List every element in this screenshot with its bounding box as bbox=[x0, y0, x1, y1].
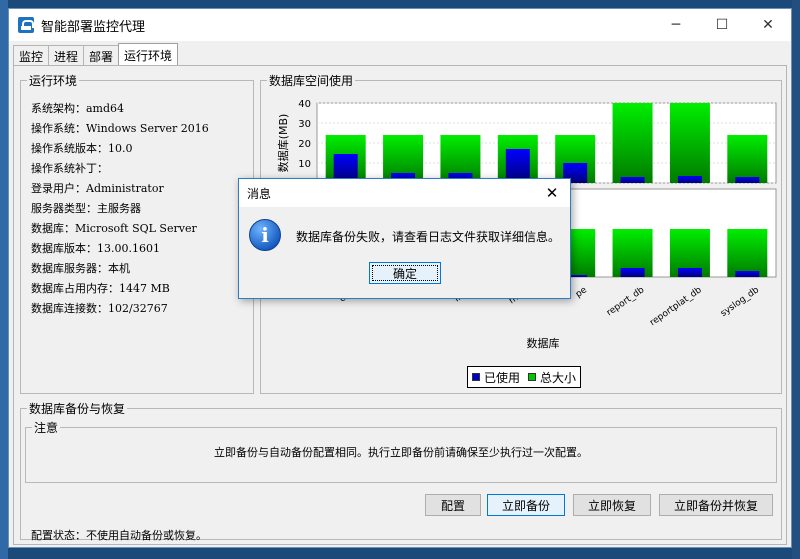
env-db-connections: 数据库连接数：102/32767 bbox=[31, 302, 168, 315]
note-text: 立即备份与自动备份配置相同。执行立即备份前请确保至少执行过一次配置。 bbox=[214, 446, 588, 459]
dialog-ok-button[interactable]: 确定 bbox=[369, 262, 441, 284]
x-tick-label: report_db bbox=[605, 285, 647, 318]
dialog-title: 消息 bbox=[247, 186, 272, 201]
backup-and-restore-button[interactable]: 立即备份并恢复 bbox=[659, 494, 773, 516]
legend-total-swatch bbox=[528, 373, 537, 381]
x-axis-label: 数据库 bbox=[527, 336, 560, 350]
title-bar[interactable]: 智能部署监控代理 ─ ☐ ✕ bbox=[9, 9, 791, 41]
lower-bar-used bbox=[677, 268, 702, 277]
app-icon bbox=[18, 17, 34, 33]
runtime-env-panel: 运行环境 系统架构：amd64 操作系统：Windows Server 2016… bbox=[13, 65, 787, 545]
x-tick-label: reportplat_db bbox=[648, 285, 704, 328]
y-axis-label: 数据库(MB) bbox=[276, 114, 290, 173]
env-login-user: 登录用户：Administrator bbox=[31, 182, 164, 195]
dialog-title-bar[interactable]: 消息 ✕ bbox=[239, 179, 570, 207]
maximize-button[interactable]: ☐ bbox=[699, 9, 745, 41]
bar-total bbox=[669, 103, 710, 183]
y-tick-label: 10 bbox=[298, 159, 311, 170]
bar-total bbox=[612, 103, 653, 183]
env-server-type: 服务器类型：主服务器 bbox=[31, 202, 141, 215]
bar-total bbox=[727, 135, 768, 183]
desktop-background-right bbox=[792, 0, 800, 559]
y-tick-label: 20 bbox=[298, 139, 311, 150]
bar-used bbox=[735, 177, 760, 183]
backup-group-title: 数据库备份与恢复 bbox=[27, 400, 128, 417]
env-os-patch: 操作系统补丁： bbox=[31, 162, 108, 175]
env-group-title: 运行环境 bbox=[27, 72, 80, 89]
x-tick-label: syslog_db bbox=[719, 285, 761, 319]
lower-bar-total bbox=[727, 229, 768, 277]
env-database: 数据库：Microsoft SQL Server bbox=[31, 222, 197, 235]
legend-total: 总大小 bbox=[528, 369, 576, 386]
tab-runtime-env[interactable]: 运行环境 bbox=[118, 43, 179, 65]
bar-used bbox=[620, 177, 645, 183]
x-tick-label: pe bbox=[574, 285, 589, 300]
env-list: 系统架构：amd64 操作系统：Windows Server 2016 操作系统… bbox=[31, 99, 209, 319]
env-os-version: 操作系统版本：10.0 bbox=[31, 142, 133, 155]
backup-group: 数据库备份与恢复 注意 立即备份与自动备份配置相同。执行立即备份前请确保至少执行… bbox=[20, 400, 782, 542]
env-db-memory: 数据库占用内存：1447 MB bbox=[31, 282, 170, 295]
legend-total-label: 总大小 bbox=[540, 370, 577, 385]
chart-legend: 已使用 总大小 bbox=[467, 366, 582, 388]
info-icon: i bbox=[249, 219, 281, 251]
tab-monitor[interactable]: 监控 bbox=[13, 45, 50, 65]
backup-status: 配置状态：不使用自动备份或恢复。 bbox=[31, 529, 207, 542]
tab-process[interactable]: 进程 bbox=[48, 45, 85, 65]
env-db-server: 数据库服务器：本机 bbox=[31, 262, 130, 275]
note-group: 注意 立即备份与自动备份配置相同。执行立即备份前请确保至少执行过一次配置。 bbox=[25, 419, 777, 483]
y-tick-label: 30 bbox=[298, 119, 311, 130]
minimize-button[interactable]: ─ bbox=[653, 9, 699, 41]
restore-now-button[interactable]: 立即恢复 bbox=[573, 494, 651, 516]
y-tick-label: 40 bbox=[298, 99, 311, 110]
tab-deploy[interactable]: 部署 bbox=[83, 45, 120, 65]
bar-used bbox=[677, 176, 702, 183]
config-button[interactable]: 配置 bbox=[425, 494, 481, 516]
dialog-close-button[interactable]: ✕ bbox=[538, 181, 566, 205]
lower-bar-used bbox=[620, 268, 645, 277]
env-arch: 系统架构：amd64 bbox=[31, 102, 125, 115]
env-group: 运行环境 系统架构：amd64 操作系统：Windows Server 2016… bbox=[20, 72, 254, 394]
message-dialog: 消息 ✕ i 数据库备份失败，请查看日志文件获取详细信息。 确定 bbox=[238, 178, 571, 299]
tab-bar: 监控 进程 部署 运行环境 bbox=[13, 43, 179, 65]
legend-used: 已使用 bbox=[472, 369, 520, 386]
close-button[interactable]: ✕ bbox=[745, 9, 791, 41]
window-title: 智能部署监控代理 bbox=[41, 19, 146, 35]
legend-used-swatch bbox=[472, 373, 480, 381]
desktop-background-left bbox=[0, 0, 8, 559]
env-os: 操作系统：Windows Server 2016 bbox=[31, 122, 209, 135]
legend-used-label: 已使用 bbox=[484, 370, 521, 385]
dialog-message: 数据库备份失败，请查看日志文件获取详细信息。 bbox=[296, 230, 561, 244]
backup-now-button[interactable]: 立即备份 bbox=[487, 494, 565, 516]
lower-bar-used bbox=[735, 271, 760, 277]
note-group-title: 注意 bbox=[32, 419, 61, 436]
env-db-version: 数据库版本：13.00.1601 bbox=[31, 242, 160, 255]
